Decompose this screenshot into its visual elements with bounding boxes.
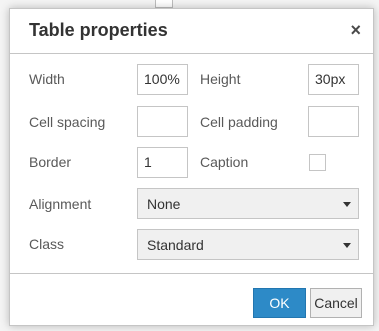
height-label: Height	[200, 71, 241, 87]
cell-spacing-label: Cell spacing	[29, 114, 106, 130]
table-properties-dialog: Table properties × Width 100% Height 30p…	[9, 8, 374, 326]
class-label: Class	[29, 236, 65, 252]
dialog-header: Table properties ×	[10, 9, 373, 54]
ok-button[interactable]: OK	[253, 288, 306, 318]
border-label: Border	[29, 154, 72, 170]
cell-padding-input[interactable]	[308, 106, 359, 137]
dialog-title: Table properties	[29, 20, 168, 40]
class-value: Standard	[147, 237, 204, 253]
caption-checkbox[interactable]	[309, 154, 326, 171]
cell-padding-label: Cell padding	[200, 114, 278, 130]
width-label: Width	[29, 71, 65, 87]
border-input[interactable]: 1	[137, 147, 188, 178]
width-input[interactable]: 100%	[137, 64, 188, 95]
class-select[interactable]: Standard	[137, 229, 359, 260]
alignment-label: Alignment	[29, 196, 92, 212]
background-toolbar-fragment	[155, 0, 173, 8]
chevron-down-icon	[343, 202, 351, 207]
close-icon[interactable]: ×	[350, 20, 361, 40]
height-input[interactable]: 30px	[308, 64, 359, 95]
cancel-button[interactable]: Cancel	[310, 288, 362, 318]
alignment-value: None	[147, 196, 181, 212]
alignment-select[interactable]: None	[137, 188, 359, 219]
dialog-footer: OK Cancel	[10, 273, 373, 326]
cell-spacing-input[interactable]	[137, 106, 188, 137]
caption-label: Caption	[200, 154, 249, 170]
chevron-down-icon	[343, 243, 351, 248]
